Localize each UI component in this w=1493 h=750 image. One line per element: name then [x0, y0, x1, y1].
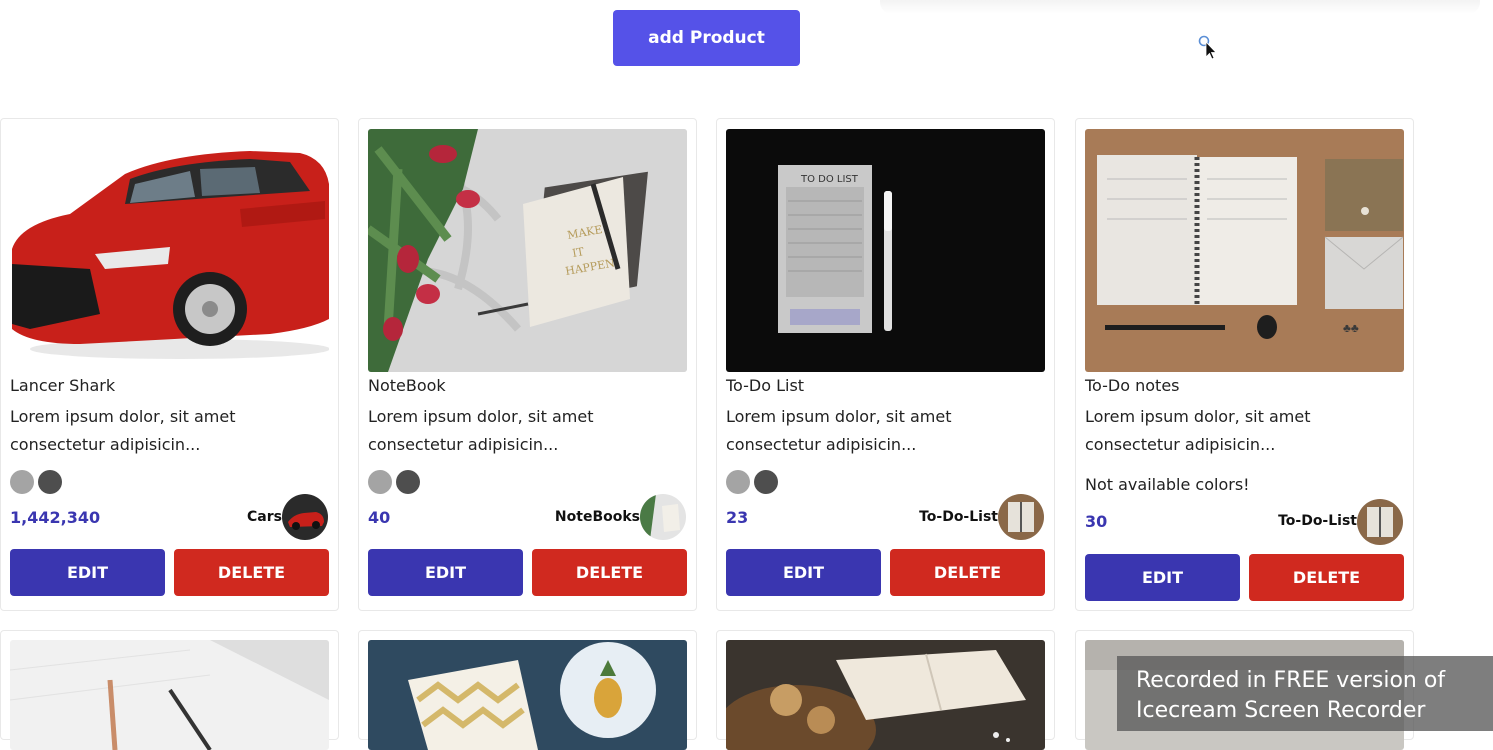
- product-card: [0, 630, 339, 750]
- product-price: 23: [726, 508, 749, 527]
- product-card: Lancer Shark Lorem ipsum dolor, sit amet…: [0, 118, 339, 611]
- recorder-watermark: Recorded in FREE version of Icecream Scr…: [1117, 656, 1493, 731]
- product-price: 1,442,340: [10, 508, 101, 527]
- color-swatch-dark-gray[interactable]: [38, 470, 62, 494]
- edit-button[interactable]: EDIT: [1085, 554, 1240, 601]
- delete-button[interactable]: DELETE: [1249, 554, 1404, 601]
- category-avatar-notebook: [640, 494, 686, 540]
- product-card: ♣♣ To-Do notes Lorem ipsum dolor, sit am…: [1075, 118, 1414, 611]
- color-swatch-light-gray[interactable]: [368, 470, 392, 494]
- watermark-line-1: Recorded in FREE version of: [1136, 668, 1446, 693]
- color-swatches: [10, 470, 62, 494]
- product-price: 30: [1085, 512, 1108, 531]
- svg-text:TO DO LIST: TO DO LIST: [800, 174, 859, 185]
- product-card: [358, 630, 697, 750]
- product-card: [716, 630, 1055, 750]
- product-category: To-Do-List: [1278, 513, 1357, 529]
- color-swatch-light-gray[interactable]: [10, 470, 34, 494]
- product-price: 40: [368, 508, 391, 527]
- product-image-car: [10, 129, 329, 372]
- color-swatch-dark-gray[interactable]: [754, 470, 778, 494]
- color-swatch-dark-gray[interactable]: [396, 470, 420, 494]
- delete-button[interactable]: DELETE: [890, 549, 1045, 596]
- category-avatar-todo: [998, 494, 1044, 540]
- product-image-notebook-pineapple: [368, 640, 687, 750]
- color-swatches: [368, 470, 420, 494]
- product-category: NoteBooks: [554, 509, 640, 525]
- product-image-paper-pencil: [10, 640, 329, 750]
- top-panel-shadow: [880, 0, 1480, 14]
- mouse-cursor-icon: [1198, 35, 1217, 60]
- product-description: Lorem ipsum dolor, sit amet consectetur …: [10, 407, 236, 454]
- no-colors-message: Not available colors!: [1085, 475, 1250, 494]
- product-image-todo-notes: ♣♣: [1085, 129, 1404, 372]
- edit-button[interactable]: EDIT: [10, 549, 165, 596]
- svg-text:♣♣: ♣♣: [1343, 321, 1359, 335]
- edit-button[interactable]: EDIT: [726, 549, 881, 596]
- product-image-notebook: MAKE IT HAPPEN: [368, 129, 687, 372]
- product-description: Lorem ipsum dolor, sit amet consectetur …: [726, 407, 952, 454]
- product-image-book-cookies: [726, 640, 1045, 750]
- product-title: To-Do notes: [1085, 376, 1180, 395]
- category-avatar-todo: [1357, 499, 1403, 545]
- edit-button[interactable]: EDIT: [368, 549, 523, 596]
- product-category: Cars: [247, 509, 282, 525]
- category-avatar-car: [282, 494, 328, 540]
- delete-button[interactable]: DELETE: [532, 549, 687, 596]
- product-title: To-Do List: [726, 376, 805, 395]
- product-category: To-Do-List: [919, 509, 998, 525]
- product-card: MAKE IT HAPPEN NoteBook Lorem ipsum dolo…: [358, 118, 697, 611]
- add-product-button[interactable]: add Product: [613, 10, 800, 66]
- product-description: Lorem ipsum dolor, sit amet consectetur …: [368, 407, 594, 454]
- color-swatches: [726, 470, 778, 494]
- product-description: Lorem ipsum dolor, sit amet consectetur …: [1085, 407, 1311, 454]
- product-image-todo-list: TO DO LIST: [726, 129, 1045, 372]
- watermark-line-2: Icecream Screen Recorder: [1136, 698, 1426, 723]
- product-card: TO DO LIST To-Do List Lorem ipsum dolor,…: [716, 118, 1055, 611]
- product-title: NoteBook: [368, 376, 446, 395]
- product-title: Lancer Shark: [10, 376, 116, 395]
- delete-button[interactable]: DELETE: [174, 549, 329, 596]
- color-swatch-light-gray[interactable]: [726, 470, 750, 494]
